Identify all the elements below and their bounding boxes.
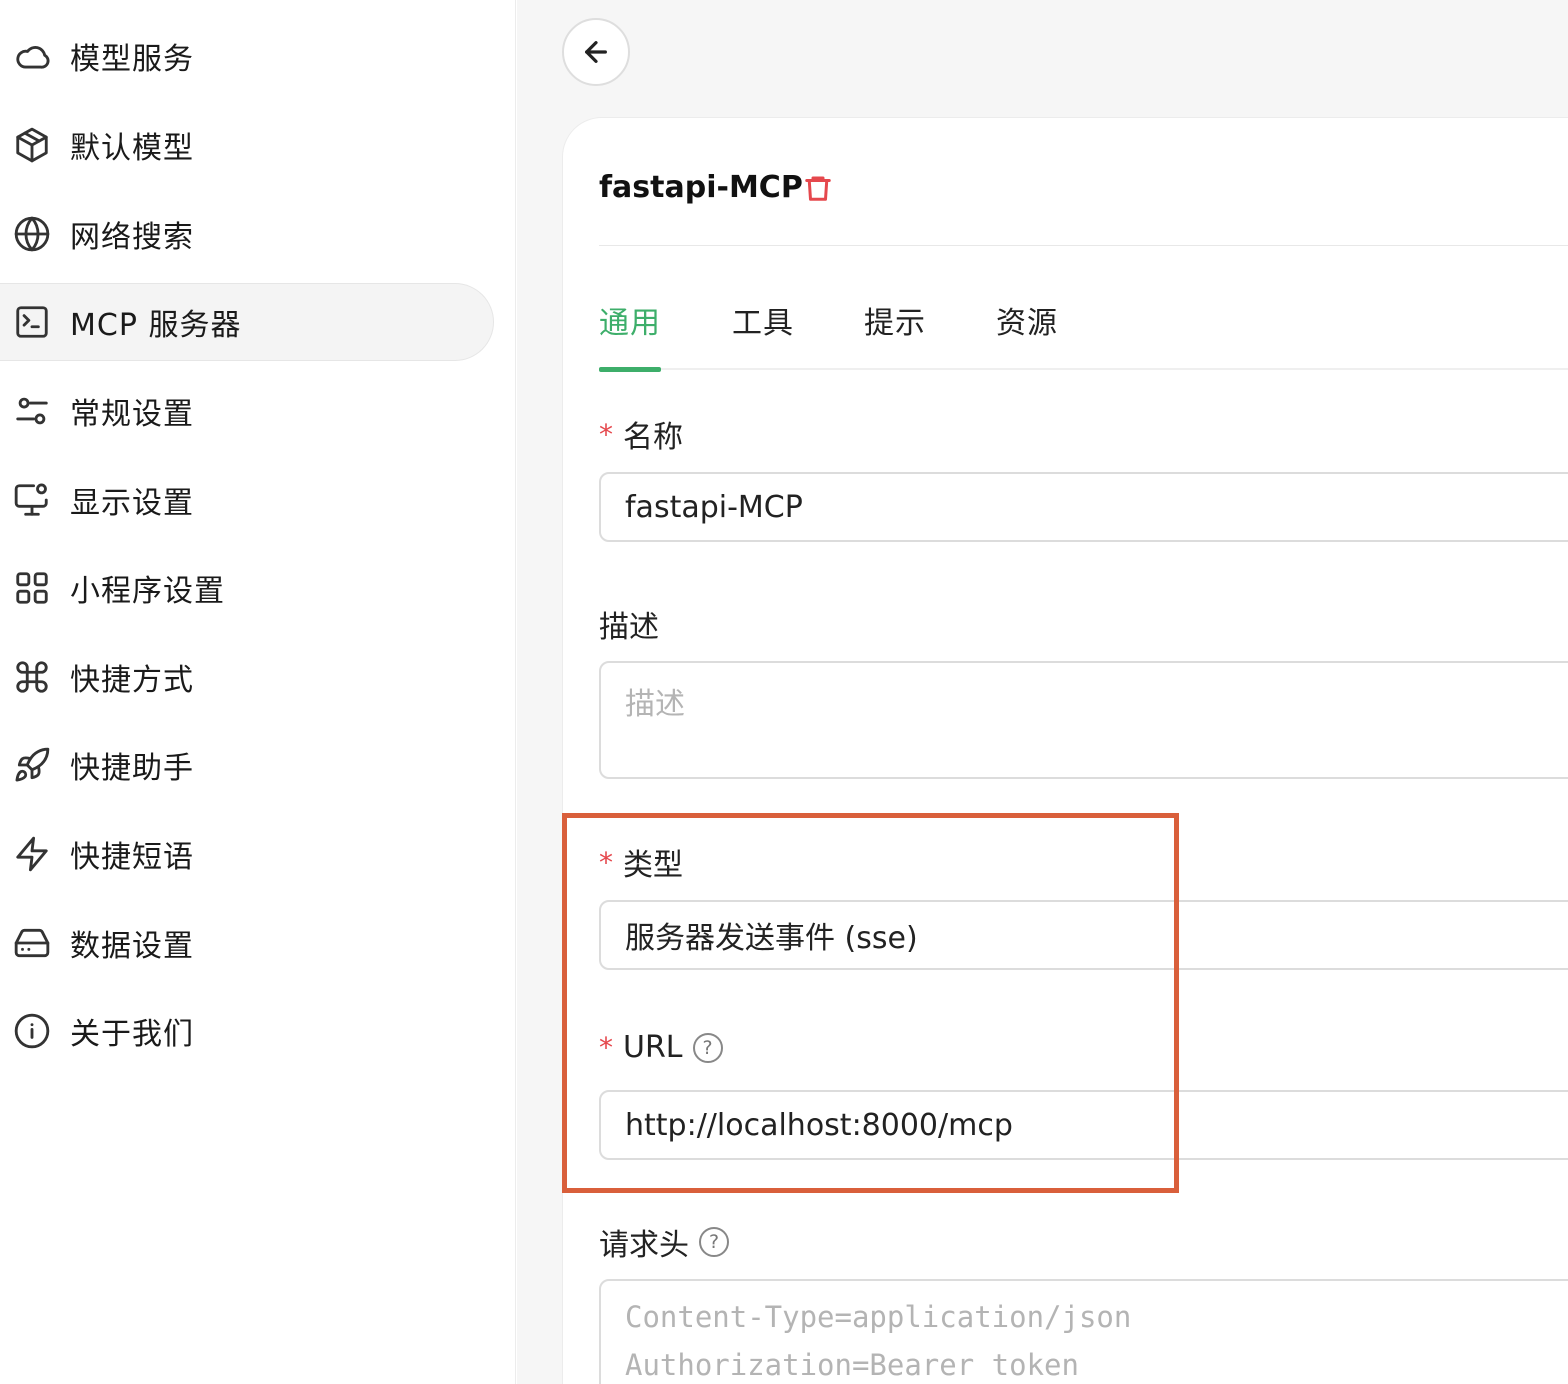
tab-resources[interactable]: 资源 xyxy=(996,298,1058,370)
required-mark: * xyxy=(599,1031,613,1064)
headers-label: 请求头 ? xyxy=(599,1220,729,1264)
sidebar-item-label: 关于我们 xyxy=(70,1017,194,1052)
tab-general[interactable]: 通用 xyxy=(599,298,661,372)
sidebar-item-label: 数据设置 xyxy=(70,929,194,964)
sidebar-item-label: 快捷方式 xyxy=(70,663,194,698)
sidebar-item-label: 显示设置 xyxy=(70,486,194,521)
cube-icon xyxy=(12,125,52,165)
description-label: 描述 xyxy=(599,610,659,645)
sidebar-item-mcp-server[interactable]: MCP 服务器 xyxy=(0,283,494,361)
headers-placeholder-line: Authorization=Bearer token xyxy=(625,1348,1079,1382)
sidebar-item-web-search[interactable]: 网络搜索 xyxy=(0,195,494,273)
question-circle-icon[interactable]: ? xyxy=(692,1032,723,1063)
globe-icon xyxy=(12,214,52,254)
tab-prompts[interactable]: 提示 xyxy=(864,298,926,370)
sidebar-item-label: 小程序设置 xyxy=(70,574,225,609)
sidebar-item-miniapp-settings[interactable]: 小程序设置 xyxy=(0,549,494,627)
sidebar-item-about[interactable]: 关于我们 xyxy=(0,992,494,1070)
sidebar-item-model-service[interactable]: 模型服务 xyxy=(0,17,494,95)
sidebar-item-display-settings[interactable]: 显示设置 xyxy=(0,461,494,539)
main-content: fastapi-MCP 通用 工具 提示 资源 * 名称 fastapi-MCP… xyxy=(517,0,1568,1384)
sidebar-item-label: 默认模型 xyxy=(70,131,194,166)
sidebar-item-quick-phrases[interactable]: 快捷短语 xyxy=(0,815,494,893)
cloud-icon xyxy=(12,36,52,76)
type-label: * 类型 xyxy=(599,845,683,884)
command-icon xyxy=(12,657,52,697)
monitor-gear-icon xyxy=(12,480,52,520)
required-mark: * xyxy=(599,417,613,451)
type-select[interactable]: 服务器发送事件 (sse) xyxy=(599,900,1568,970)
url-input[interactable]: http://localhost:8000/mcp xyxy=(599,1090,1568,1160)
back-button[interactable] xyxy=(562,18,630,86)
server-detail-card: fastapi-MCP 通用 工具 提示 资源 * 名称 fastapi-MCP… xyxy=(562,117,1568,1384)
name-input[interactable]: fastapi-MCP xyxy=(599,472,1568,542)
sidebar-item-data-settings[interactable]: 数据设置 xyxy=(0,904,494,982)
info-icon xyxy=(12,1011,52,1051)
sidebar-item-quick-assistant[interactable]: 快捷助手 xyxy=(0,726,494,804)
sidebar-item-label: MCP 服务器 xyxy=(70,308,242,343)
sidebar-item-label: 模型服务 xyxy=(70,42,194,77)
sidebar-item-label: 快捷短语 xyxy=(70,840,194,875)
sidebar-item-shortcuts[interactable]: 快捷方式 xyxy=(0,638,494,716)
sidebar-item-general-settings[interactable]: 常规设置 xyxy=(0,372,494,450)
sidebar-item-label: 网络搜索 xyxy=(70,220,194,255)
delete-server-button[interactable] xyxy=(803,172,837,206)
tab-tools[interactable]: 工具 xyxy=(732,298,794,370)
hard-drive-icon xyxy=(12,923,52,963)
required-mark: * xyxy=(599,845,613,879)
zap-icon xyxy=(12,834,52,874)
rocket-icon xyxy=(12,745,52,785)
sidebar-item-label: 快捷助手 xyxy=(70,751,194,786)
sliders-icon xyxy=(12,391,52,431)
terminal-icon xyxy=(12,302,52,342)
headers-placeholder-line: Content-Type=application/json xyxy=(625,1300,1132,1334)
sidebar-item-default-model[interactable]: 默认模型 xyxy=(0,106,494,184)
title-divider xyxy=(599,245,1568,246)
arrow-left-icon xyxy=(585,41,607,63)
settings-sidebar: 模型服务 默认模型 网络搜索 MCP 服务器 常规设置 显示设置 小程序设置 快… xyxy=(0,0,516,1384)
headers-textarea[interactable]: Content-Type=application/json Authorizat… xyxy=(599,1279,1568,1384)
server-title: fastapi-MCP xyxy=(599,170,803,205)
grid-icon xyxy=(12,568,52,608)
description-textarea[interactable]: 描述 xyxy=(599,661,1568,779)
trash-icon xyxy=(805,176,831,201)
tab-bar: 通用 工具 提示 资源 xyxy=(599,298,1568,372)
sidebar-item-label: 常规设置 xyxy=(70,397,194,432)
question-circle-icon[interactable]: ? xyxy=(699,1227,729,1257)
name-label: * 名称 xyxy=(599,417,683,456)
url-label: * URL ? xyxy=(599,1030,723,1065)
